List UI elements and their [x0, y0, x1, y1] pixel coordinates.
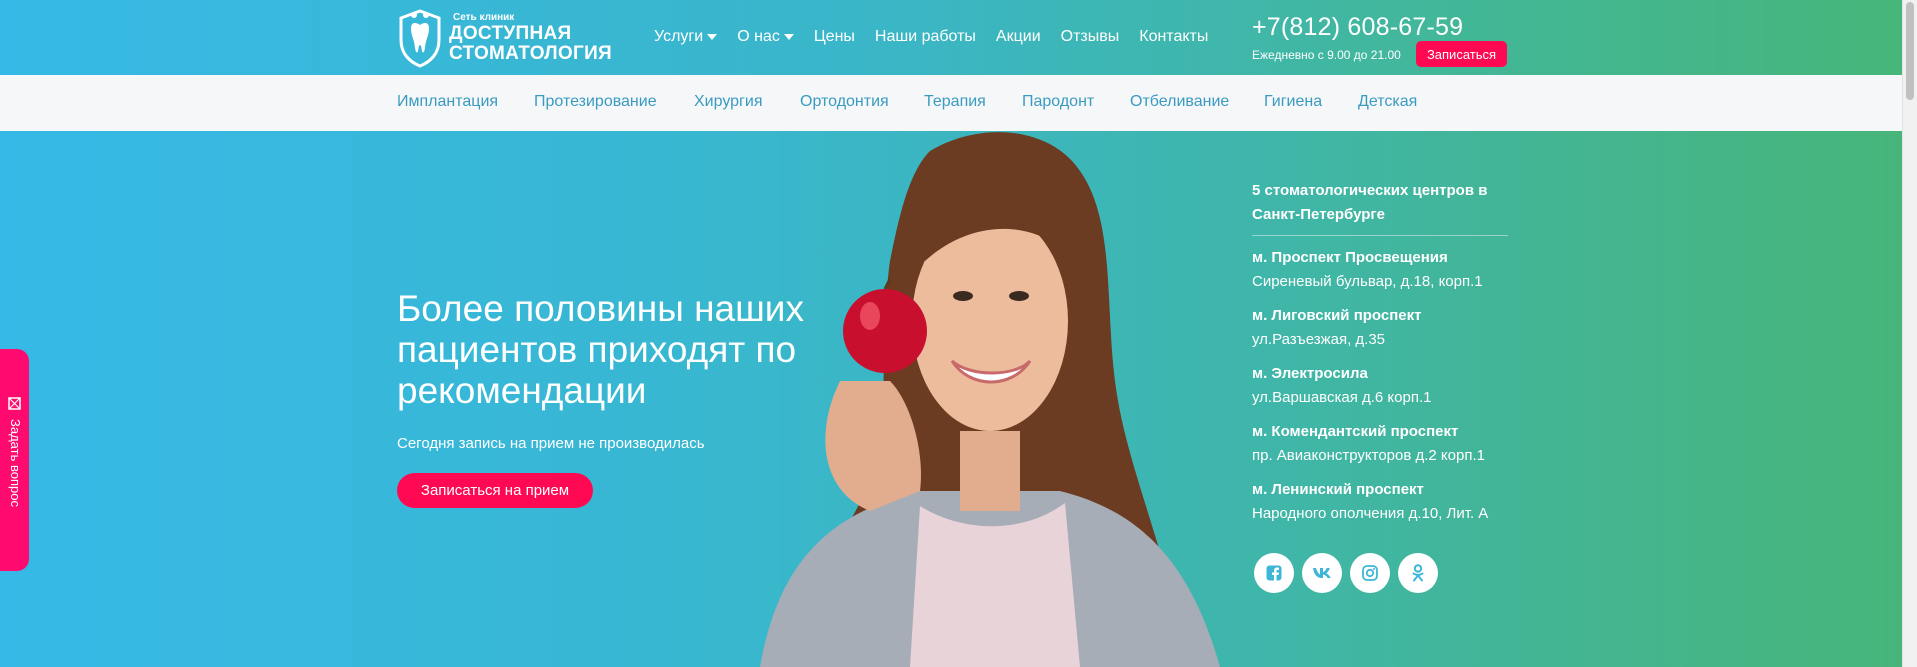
clinic-metro: м. Лиговский проспект: [1252, 307, 1422, 324]
main-nav: Услуги О нас Цены Наши работы Акции Отзы…: [654, 28, 1208, 46]
clinics-list: 5 стоматологических центров в Санкт-Пете…: [1252, 179, 1508, 536]
nav-item-about[interactable]: О нас: [737, 28, 794, 46]
clinic-address: ул.Варшавская д.6 корп.1: [1252, 389, 1432, 406]
subnav-item-periodontics[interactable]: Пародонт: [1022, 93, 1094, 111]
logo[interactable]: Сеть клиник ДОСТУПНАЯ СТОМАТОЛОГИЯ: [397, 8, 612, 68]
header: Сеть клиник ДОСТУПНАЯ СТОМАТОЛОГИЯ Услуг…: [0, 0, 1903, 75]
hero-subtitle: Сегодня запись на прием не производилась: [397, 435, 705, 452]
clinic-item: м. Ленинский проспект Народного ополчени…: [1252, 478, 1508, 526]
signup-button[interactable]: Записаться: [1416, 41, 1507, 67]
odnoklassniki-icon: [1412, 564, 1424, 582]
logo-tagline: Сеть клиник: [453, 12, 515, 23]
clinic-metro: м. Электросила: [1252, 365, 1368, 382]
clinic-metro: м. Комендантский проспект: [1252, 423, 1459, 440]
clinic-item: м. Комендантский проспект пр. Авиаконстр…: [1252, 420, 1508, 468]
subnav-item-hygiene[interactable]: Гигиена: [1264, 93, 1322, 111]
clinic-metro: м. Ленинский проспект: [1252, 481, 1424, 498]
subnav-item-whitening[interactable]: Отбеливание: [1130, 93, 1229, 111]
nav-item-prices[interactable]: Цены: [814, 28, 855, 46]
nav-item-reviews[interactable]: Отзывы: [1061, 28, 1120, 46]
subnav-item-kids[interactable]: Детская: [1358, 93, 1417, 111]
clinics-title: 5 стоматологических центров в Санкт-Пете…: [1252, 182, 1488, 223]
instagram-icon: [1362, 565, 1378, 581]
nav-item-our-works[interactable]: Наши работы: [875, 28, 976, 46]
clinic-item: м. Лиговский проспект ул.Разъезжая, д.35: [1252, 304, 1508, 352]
tooth-shield-icon: [399, 9, 441, 68]
social-links: [1254, 553, 1438, 593]
working-hours: Ежедневно с 9.00 до 21.00: [1252, 48, 1401, 62]
clinic-metro: м. Проспект Просвещения: [1252, 249, 1448, 266]
odnoklassniki-link[interactable]: [1398, 553, 1438, 593]
caret-down-icon: [707, 34, 718, 40]
clinic-item: м. Проспект Просвещения Сиреневый бульва…: [1252, 246, 1508, 294]
hero-title: Более половины наших пациентов приходят …: [397, 288, 804, 411]
nav-item-promotions[interactable]: Акции: [996, 28, 1041, 46]
envelope-icon: [8, 397, 21, 410]
ask-question-tab[interactable]: Задать вопрос: [0, 349, 29, 571]
subnav-item-surgery[interactable]: Хирургия: [694, 93, 762, 111]
clinic-address: ул.Разъезжая, д.35: [1252, 331, 1386, 348]
subnav-item-prosthetics[interactable]: Протезирование: [534, 93, 657, 111]
facebook-link[interactable]: [1254, 553, 1294, 593]
phone-number[interactable]: +7(812) 608-67-59: [1252, 13, 1463, 42]
book-appointment-button[interactable]: Записаться на прием: [397, 473, 593, 508]
nav-item-label: О нас: [737, 28, 780, 45]
vk-icon: [1313, 568, 1331, 578]
subnav-item-orthodontics[interactable]: Ортодонтия: [800, 93, 889, 111]
hero-section: Более половины наших пациентов приходят …: [0, 131, 1903, 667]
logo-text: Сеть клиник ДОСТУПНАЯ СТОМАТОЛОГИЯ: [449, 12, 612, 64]
clinic-item: м. Электросила ул.Варшавская д.6 корп.1: [1252, 362, 1508, 410]
logo-name-line1: ДОСТУПНАЯ: [449, 23, 572, 44]
nav-item-services[interactable]: Услуги: [654, 28, 718, 46]
subnav-item-therapy[interactable]: Терапия: [924, 93, 986, 111]
page-scrollbar[interactable]: [1902, 0, 1917, 667]
clinic-address: пр. Авиаконструкторов д.2 корп.1: [1252, 447, 1485, 464]
caret-down-icon: [783, 34, 794, 40]
instagram-link[interactable]: [1350, 553, 1390, 593]
subnav-item-implantation[interactable]: Имплантация: [397, 93, 498, 111]
clinic-address: Народного ополчения д.10, Лит. А: [1252, 505, 1489, 522]
vk-link[interactable]: [1302, 553, 1342, 593]
nav-item-contacts[interactable]: Контакты: [1139, 28, 1208, 46]
scrollbar-thumb[interactable]: [1906, 2, 1914, 100]
ask-question-label: Задать вопрос: [8, 419, 23, 507]
divider: [1252, 235, 1508, 236]
logo-name-line2: СТОМАТОЛОГИЯ: [449, 43, 612, 64]
clinic-address: Сиреневый бульвар, д.18, корп.1: [1252, 273, 1483, 290]
facebook-icon: [1266, 565, 1282, 581]
nav-item-label: Услуги: [654, 28, 704, 45]
services-subnav: Имплантация Протезирование Хирургия Орто…: [0, 75, 1903, 132]
